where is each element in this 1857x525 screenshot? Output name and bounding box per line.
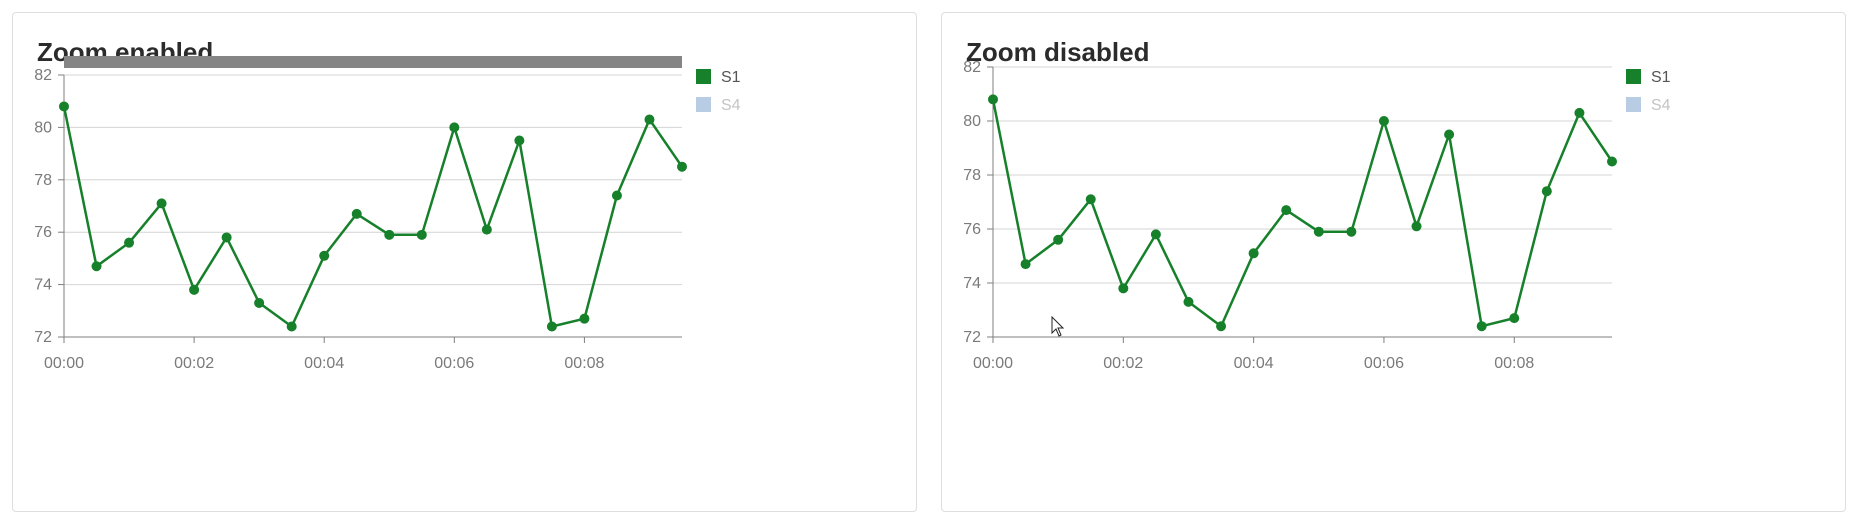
data-point[interactable] xyxy=(351,208,362,219)
y-tick-label: 82 xyxy=(34,67,52,84)
data-point[interactable] xyxy=(286,321,297,332)
chart-panel-zoom-enabled: Zoom enabled 72 74 76 78 80 82 00:00 00:02 00:04… xyxy=(12,12,917,512)
data-point[interactable] xyxy=(319,250,330,261)
data-point[interactable] xyxy=(1150,229,1161,240)
data-point[interactable] xyxy=(1476,321,1487,332)
data-point[interactable] xyxy=(91,261,102,272)
data-point[interactable] xyxy=(124,237,135,248)
legend-item-s1[interactable]: S1 xyxy=(1626,69,1671,86)
y-tick-label: 74 xyxy=(34,277,52,294)
y-tick-label: 74 xyxy=(963,275,981,292)
data-point[interactable] xyxy=(579,313,590,324)
data-point[interactable] xyxy=(1085,194,1096,205)
data-point[interactable] xyxy=(514,135,525,146)
legend-label: S1 xyxy=(721,69,741,86)
data-point[interactable] xyxy=(1216,321,1227,332)
data-point[interactable] xyxy=(1281,205,1292,216)
data-point[interactable] xyxy=(449,122,460,133)
series-line-s1 xyxy=(62,106,684,328)
y-tick-label: 80 xyxy=(963,113,981,130)
y-tick-label: 78 xyxy=(34,172,52,189)
x-tick-label: 00:00 xyxy=(44,355,84,372)
x-tick-label: 00:08 xyxy=(1494,355,1534,372)
x-tick-label: 00:02 xyxy=(174,355,214,372)
data-point[interactable] xyxy=(1444,129,1455,140)
zoom-range-bar[interactable] xyxy=(64,56,682,68)
y-tick-label: 82 xyxy=(963,59,981,76)
legend-swatch xyxy=(1626,69,1641,84)
x-tick-label: 00:04 xyxy=(1234,355,1274,372)
data-point[interactable] xyxy=(1346,226,1357,237)
legend-label: S4 xyxy=(1651,97,1671,114)
data-point[interactable] xyxy=(1541,186,1552,197)
data-point[interactable] xyxy=(611,190,622,201)
x-tick-label: 00:00 xyxy=(973,355,1013,372)
y-tick-label: 76 xyxy=(963,221,981,238)
data-point[interactable] xyxy=(546,321,557,332)
x-tick-label: 00:06 xyxy=(1364,355,1404,372)
data-point[interactable] xyxy=(644,114,655,125)
line-chart-zoom-enabled[interactable]: 72 74 76 78 80 82 00:00 00:02 00:04 00:06 00:08 S1 S… xyxy=(13,13,916,511)
y-tick-label: 80 xyxy=(34,119,52,136)
data-point[interactable] xyxy=(1411,221,1422,232)
data-point[interactable] xyxy=(254,297,265,308)
data-point[interactable] xyxy=(1053,234,1064,245)
data-point[interactable] xyxy=(481,224,492,235)
y-tick-label: 76 xyxy=(34,224,52,241)
data-point[interactable] xyxy=(677,161,687,172)
x-tick-label: 00:04 xyxy=(304,355,344,372)
legend-item-s1[interactable]: S1 xyxy=(696,69,741,86)
x-tick-label: 00:08 xyxy=(564,355,604,372)
series-line-s1 xyxy=(991,99,1614,328)
data-point[interactable] xyxy=(1313,226,1324,237)
chart-panel-zoom-disabled: Zoom disabled 72 74 76 78 80 82 00:00 00:02 00:0… xyxy=(941,12,1846,512)
mouse-pointer-icon xyxy=(1051,316,1065,337)
legend-swatch xyxy=(696,69,711,84)
legend-swatch xyxy=(696,97,711,112)
legend-label: S1 xyxy=(1651,69,1671,86)
data-point[interactable] xyxy=(59,101,69,112)
data-point[interactable] xyxy=(1574,107,1585,118)
x-tick-label: 00:02 xyxy=(1103,355,1143,372)
legend-item-s4[interactable]: S4 xyxy=(1626,97,1671,114)
data-point[interactable] xyxy=(189,284,200,295)
legend-label: S4 xyxy=(721,97,741,114)
data-point[interactable] xyxy=(1020,259,1031,270)
data-point[interactable] xyxy=(156,198,167,209)
data-point[interactable] xyxy=(384,229,395,240)
data-point[interactable] xyxy=(416,229,427,240)
data-point[interactable] xyxy=(1118,283,1129,294)
y-tick-label: 78 xyxy=(963,167,981,184)
x-tick-label: 00:06 xyxy=(434,355,474,372)
legend-swatch xyxy=(1626,97,1641,112)
data-point[interactable] xyxy=(1378,116,1389,126)
data-point[interactable] xyxy=(1509,313,1520,324)
data-point[interactable] xyxy=(221,232,232,243)
data-point[interactable] xyxy=(1248,248,1259,259)
y-tick-label: 72 xyxy=(34,329,52,346)
y-tick-label: 72 xyxy=(963,329,981,346)
data-point[interactable] xyxy=(1183,296,1194,307)
data-point[interactable] xyxy=(1607,156,1617,167)
legend-item-s4[interactable]: S4 xyxy=(696,97,741,114)
data-point[interactable] xyxy=(988,94,998,105)
line-chart-zoom-disabled[interactable]: 72 74 76 78 80 82 00:00 00:02 00:04 00:06 00:08 S1 S… xyxy=(942,13,1845,511)
